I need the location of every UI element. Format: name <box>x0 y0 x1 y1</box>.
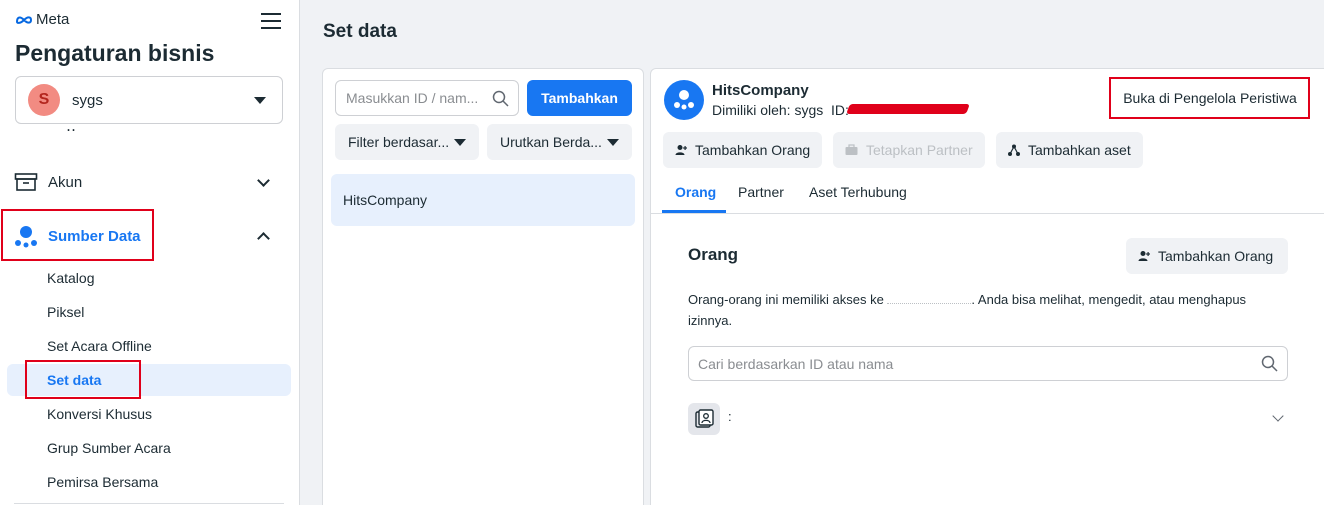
sort-dropdown-label: Urutkan Berda... <box>500 134 602 150</box>
add-people-label: Tambahkan Orang <box>695 142 811 158</box>
dataset-list-panel: Tambahkan Filter berdasar... Urutkan Ber… <box>322 68 644 505</box>
add-asset-label: Tambahkan aset <box>1028 142 1131 158</box>
people-search-input[interactable] <box>688 346 1288 381</box>
add-dataset-button[interactable]: Tambahkan <box>527 80 632 116</box>
archive-box-icon <box>14 173 38 191</box>
sidebar-item-akun[interactable]: Akun <box>14 166 286 198</box>
sidebar: Meta Pengaturan bisnis S sygs ‥ Akun Sum… <box>0 0 300 505</box>
person-row[interactable]: : <box>688 401 1288 435</box>
redacted-id <box>846 104 970 114</box>
dataset-id-label: ID: <box>831 102 849 118</box>
add-people-secondary-label: Tambahkan Orang <box>1158 248 1274 264</box>
chevron-down-icon <box>257 174 270 187</box>
scrolled-item-fragment: ‥ <box>0 125 299 145</box>
app-title: Pengaturan bisnis <box>15 40 215 66</box>
redacted-name <box>887 298 972 304</box>
caret-down-icon <box>454 139 466 146</box>
filter-dropdown[interactable]: Filter berdasar... <box>335 124 479 160</box>
people-description: Orang-orang ini memiliki akses ke . Anda… <box>688 289 1288 331</box>
highlight-box-sumber-data <box>1 209 154 261</box>
dataset-detail-panel: HitsCompany Dimiliki oleh: sygs ID: Buka… <box>650 68 1324 505</box>
detail-header: HitsCompany Dimiliki oleh: sygs ID: Buka… <box>651 69 1324 214</box>
tab-orang[interactable]: Orang <box>675 184 716 200</box>
sort-dropdown[interactable]: Urutkan Berda... <box>487 124 632 160</box>
meta-logo-text: Meta <box>36 11 70 28</box>
person-add-icon <box>675 145 687 155</box>
user-card-icon <box>695 409 714 428</box>
detail-body: Orang Tambahkan Orang Orang-orang ini me… <box>651 215 1324 505</box>
highlight-box-set-data <box>25 360 141 399</box>
add-people-secondary-button[interactable]: Tambahkan Orang <box>1126 238 1288 274</box>
sidebar-divider <box>14 503 284 504</box>
person-add-icon <box>1138 251 1150 261</box>
caret-down-icon <box>607 139 619 146</box>
active-tab-indicator <box>662 210 726 213</box>
business-avatar: S <box>28 84 60 116</box>
menu-icon[interactable] <box>261 13 281 31</box>
sidebar-item-piksel[interactable]: Piksel <box>47 304 84 320</box>
business-selector[interactable]: S sygs <box>15 76 283 124</box>
add-asset-button[interactable]: Tambahkan aset <box>996 132 1143 168</box>
dataset-avatar <box>664 80 704 120</box>
briefcase-icon <box>845 144 858 155</box>
list-item[interactable]: HitsCompany <box>331 174 635 226</box>
asset-network-icon <box>1008 144 1020 156</box>
people-description-start: Orang-orang ini memiliki akses ke <box>688 292 884 307</box>
scrolled-item-text: ‥ <box>66 125 77 135</box>
dataset-owner: Dimiliki oleh: sygs <box>712 102 824 118</box>
tab-aset-terhubung[interactable]: Aset Terhubung <box>809 184 907 200</box>
sidebar-item-pemirsa-bersama[interactable]: Pemirsa Bersama <box>47 474 158 490</box>
data-sources-icon <box>674 90 694 110</box>
caret-down-icon <box>254 97 266 104</box>
people-section-title: Orang <box>688 245 739 264</box>
sidebar-item-katalog[interactable]: Katalog <box>47 270 94 286</box>
sidebar-item-konversi-khusus[interactable]: Konversi Khusus <box>47 406 152 422</box>
person-avatar <box>688 403 720 435</box>
search-icon <box>1261 355 1278 372</box>
search-icon <box>492 90 509 107</box>
chevron-up-icon <box>257 232 270 245</box>
chevron-down-icon <box>1272 410 1284 422</box>
business-name: sygs <box>72 91 103 109</box>
sidebar-item-set-acara-offline[interactable]: Set Acara Offline <box>47 338 152 354</box>
person-name: : <box>728 409 732 424</box>
tab-partner[interactable]: Partner <box>738 184 784 200</box>
dataset-name: HitsCompany <box>712 82 809 99</box>
people-card: Orang Tambahkan Orang Orang-orang ini me… <box>651 215 1324 505</box>
sidebar-item-label: Akun <box>48 173 83 191</box>
meta-infinity-icon <box>15 15 33 24</box>
highlight-box-open-button <box>1109 77 1310 119</box>
assign-partner-label: Tetapkan Partner <box>866 142 973 158</box>
assign-partner-button[interactable]: Tetapkan Partner <box>833 132 985 168</box>
page-title: Set data <box>323 21 397 42</box>
sidebar-item-grup-sumber-acara[interactable]: Grup Sumber Acara <box>47 440 171 456</box>
add-people-button[interactable]: Tambahkan Orang <box>663 132 823 168</box>
meta-logo[interactable]: Meta <box>15 11 69 28</box>
filter-dropdown-label: Filter berdasar... <box>348 134 450 150</box>
